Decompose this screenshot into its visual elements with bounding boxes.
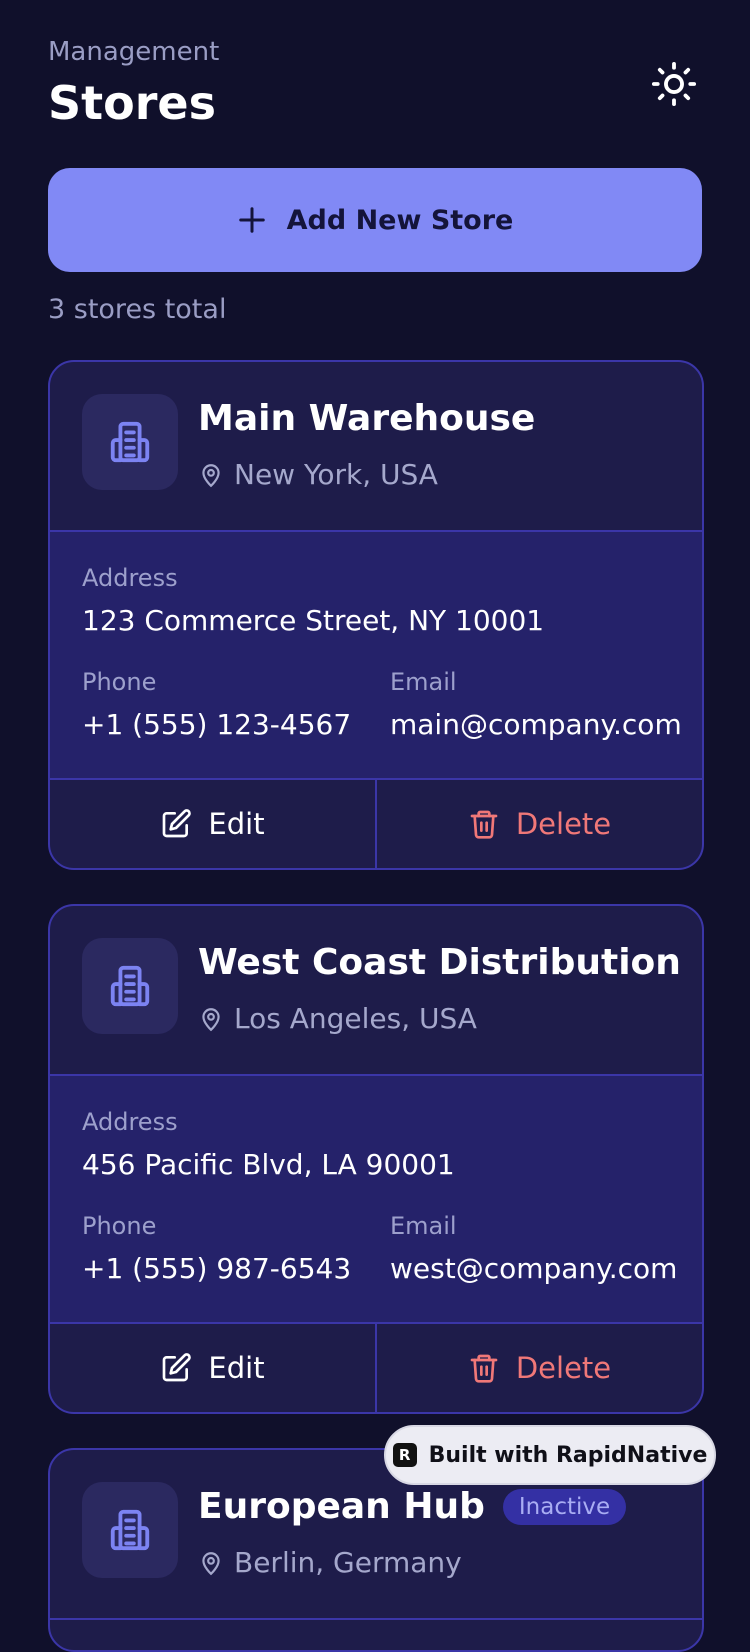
store-actions: Edit Delete — [50, 780, 702, 868]
delete-label: Delete — [515, 807, 612, 841]
phone-value: +1 (555) 123-4567 — [82, 708, 352, 741]
map-pin-icon — [202, 1007, 220, 1031]
store-location-text: Los Angeles, USA — [234, 1002, 477, 1035]
edit-icon — [163, 1353, 192, 1382]
page-eyebrow: Management — [48, 37, 220, 67]
edit-icon — [163, 809, 192, 838]
store-location: Los Angeles, USA — [198, 1002, 477, 1035]
theme-toggle-button[interactable] — [646, 56, 702, 112]
store-name: West Coast Distribution — [198, 942, 681, 983]
edit-label: Edit — [208, 807, 265, 841]
map-pin-icon — [202, 463, 220, 487]
email-label: Email — [390, 1212, 457, 1240]
store-card-header: Main Warehouse New York, USA — [50, 362, 702, 532]
built-with-badge[interactable]: R Built with RapidNative — [384, 1425, 716, 1485]
delete-button[interactable]: Delete — [377, 780, 702, 868]
store-location-text: Berlin, Germany — [234, 1546, 462, 1579]
store-name: Main Warehouse — [198, 398, 535, 439]
store-avatar — [82, 938, 178, 1034]
plus-icon — [238, 207, 265, 233]
stores-count: 3 stores total — [48, 294, 227, 325]
add-new-store-label: Add New Store — [286, 204, 514, 236]
store-avatar — [82, 394, 178, 490]
edit-button[interactable]: Edit — [50, 1324, 377, 1412]
phone-label: Phone — [82, 1212, 157, 1240]
add-new-store-button[interactable]: Add New Store — [48, 168, 702, 272]
address-label: Address — [82, 1108, 178, 1136]
store-name: European Hub Inactive — [198, 1486, 627, 1527]
store-card-header: West Coast Distribution Los Angeles, USA — [50, 906, 702, 1076]
store-actions: Edit Delete — [50, 1324, 702, 1412]
store-details: Address 456 Pacific Blvd, LA 90001 Phone… — [50, 1076, 702, 1324]
store-details: Address 123 Commerce Street, NY 10001 Ph… — [50, 532, 702, 780]
edit-button[interactable]: Edit — [50, 780, 377, 868]
sun-icon — [651, 61, 697, 107]
email-value: main@company.com — [390, 708, 682, 741]
delete-label: Delete — [515, 1351, 612, 1385]
page-title: Stores — [48, 76, 216, 130]
store-name-text: Main Warehouse — [198, 398, 536, 439]
page-header: Management Stores — [48, 34, 702, 134]
trash-icon — [470, 1354, 498, 1383]
phone-label: Phone — [82, 668, 157, 696]
email-value: west@company.com — [390, 1252, 678, 1285]
store-name-text: West Coast Distribution — [198, 942, 681, 983]
store-card: Main Warehouse New York, USA Address 123… — [48, 360, 704, 870]
address-label: Address — [82, 564, 178, 592]
building-icon — [110, 1509, 150, 1551]
built-with-text: Built with RapidNative — [428, 1442, 708, 1468]
phone-value: +1 (555) 987-6543 — [82, 1252, 352, 1285]
delete-button[interactable]: Delete — [377, 1324, 702, 1412]
store-location: New York, USA — [198, 458, 438, 491]
store-avatar — [82, 1482, 178, 1578]
store-location: Berlin, Germany — [198, 1546, 462, 1579]
store-name-text: European Hub — [198, 1486, 485, 1527]
edit-label: Edit — [208, 1351, 265, 1385]
trash-icon — [470, 810, 498, 839]
email-label: Email — [390, 668, 457, 696]
status-badge: Inactive — [502, 1488, 627, 1525]
address-value: 456 Pacific Blvd, LA 90001 — [82, 1148, 455, 1181]
map-pin-icon — [202, 1551, 220, 1575]
store-card: West Coast Distribution Los Angeles, USA… — [48, 904, 704, 1414]
rapidnative-logo-icon: R — [392, 1443, 417, 1467]
store-location-text: New York, USA — [234, 458, 438, 491]
building-icon — [110, 421, 150, 463]
address-value: 123 Commerce Street, NY 10001 — [82, 604, 545, 637]
building-icon — [110, 965, 150, 1007]
